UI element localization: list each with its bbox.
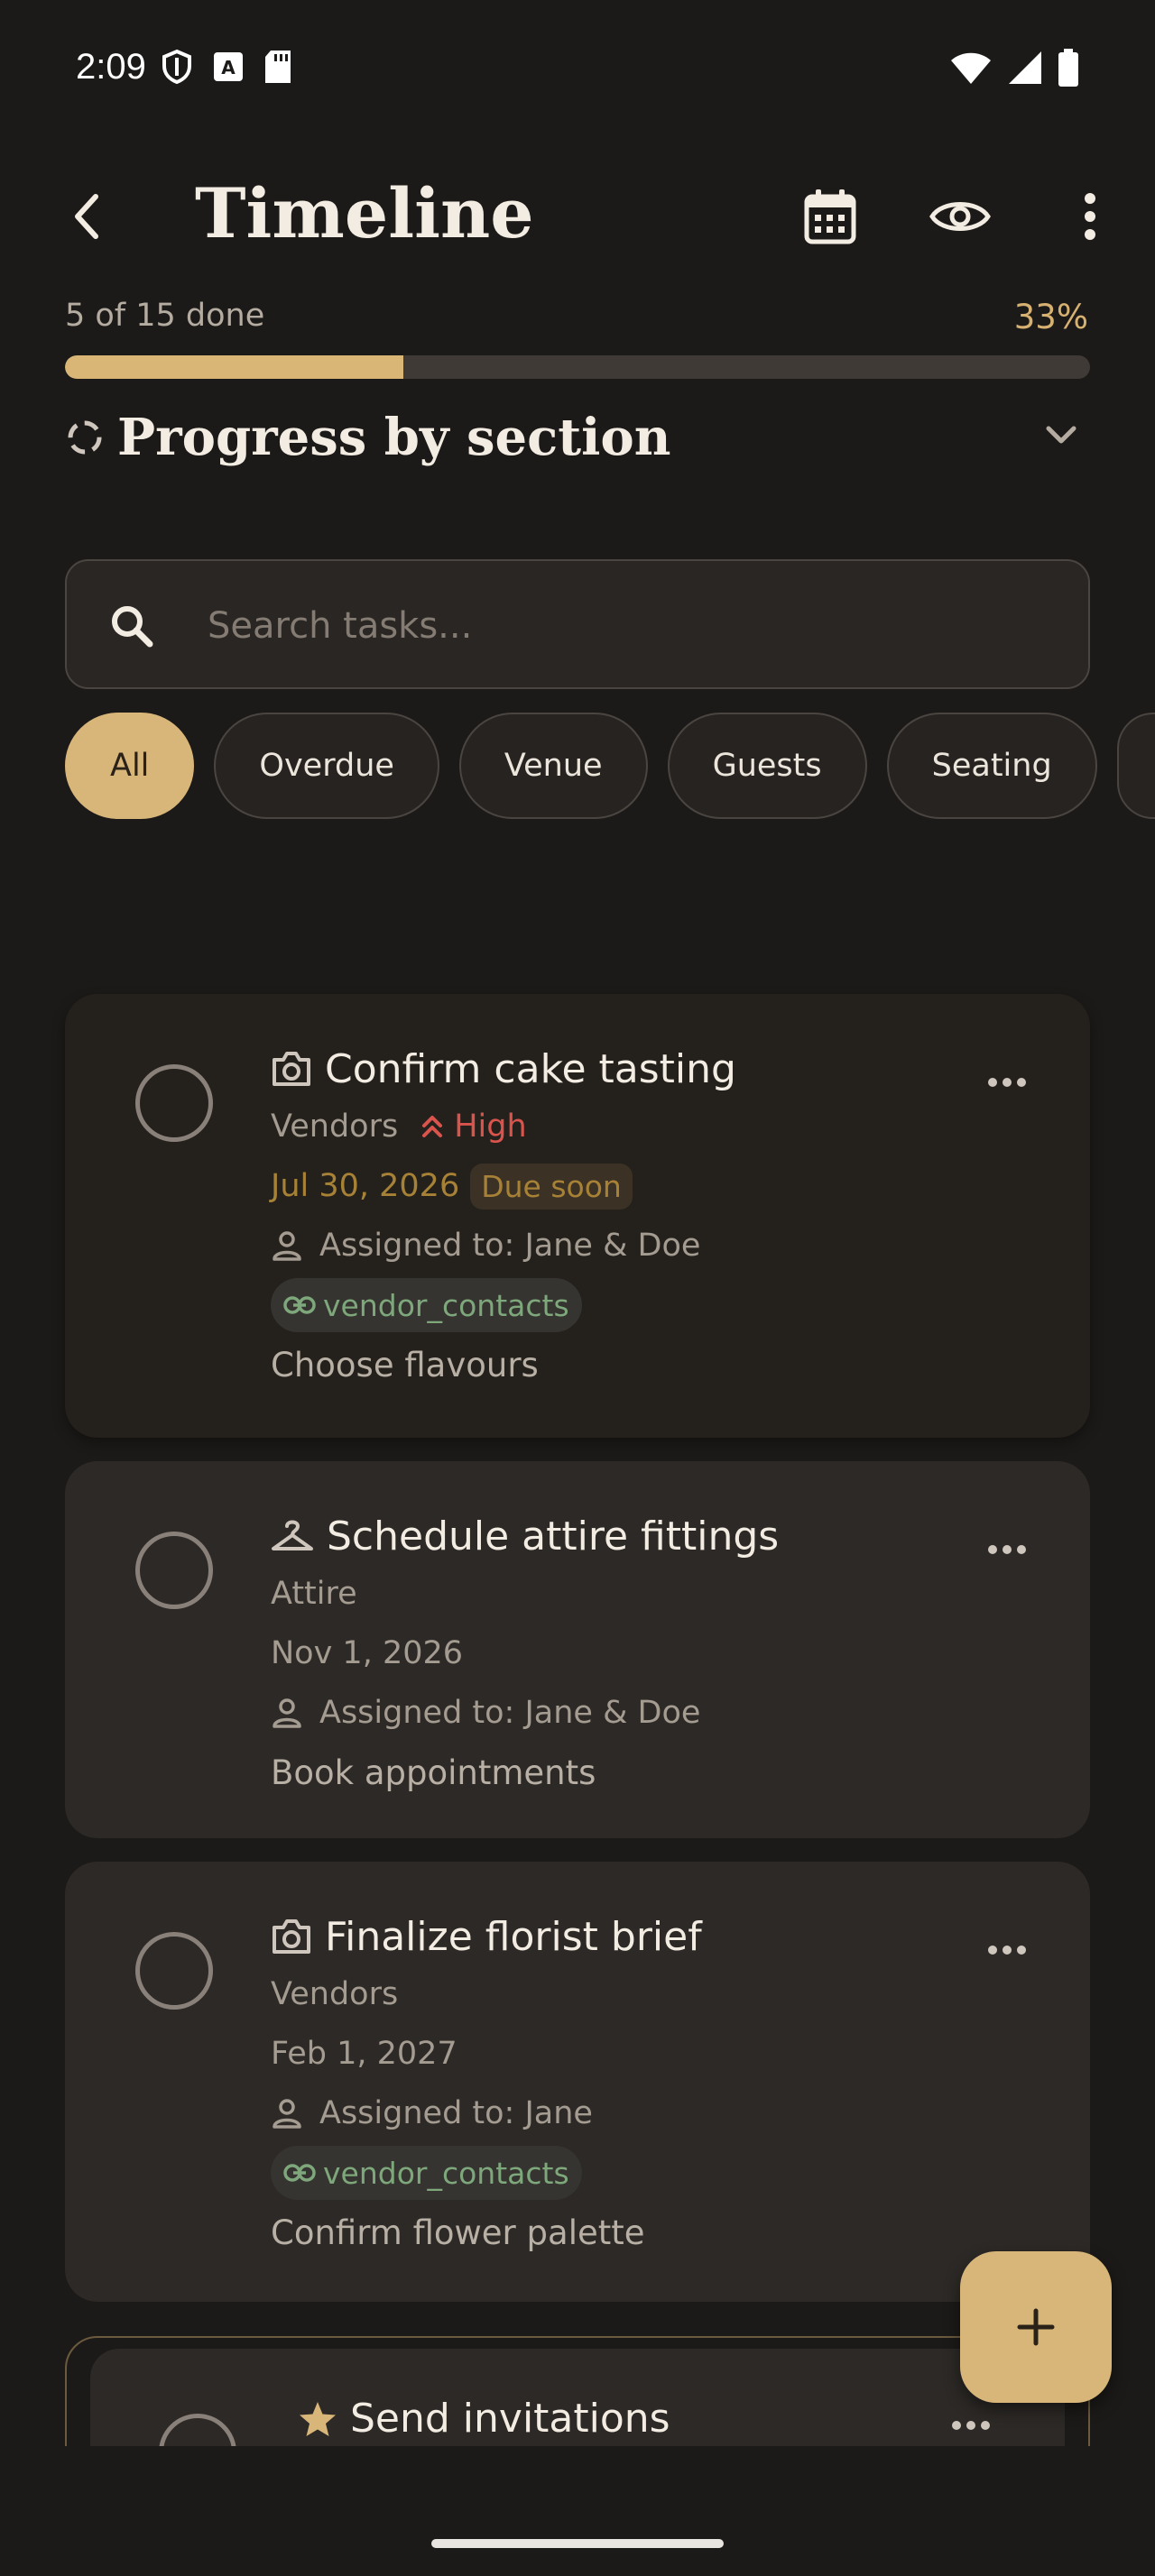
camera-icon — [273, 1052, 310, 1086]
svg-text:A: A — [221, 57, 236, 78]
star-icon — [300, 2401, 336, 2436]
person-icon — [273, 1231, 301, 1261]
task-more-button[interactable] — [980, 1532, 1034, 1568]
signal-icon — [1009, 51, 1041, 84]
plus-icon — [1017, 2308, 1055, 2346]
battery-icon — [1058, 49, 1078, 87]
linked-resource-label: vendor_contacts — [323, 2155, 569, 2191]
sd-card-icon — [265, 51, 291, 83]
task-due-date: Feb 1, 2027 — [271, 2036, 457, 2072]
progress-count: 5 of 15 done — [65, 298, 265, 334]
task-note: Book appointments — [271, 1753, 596, 1792]
task-category: Attire — [271, 1576, 357, 1612]
filter-chip-overdue[interactable]: Overdue — [214, 713, 439, 819]
task-category: Vendors — [271, 1109, 399, 1145]
due-soon-badge: Due soon — [470, 1163, 633, 1210]
page-title: Timeline — [195, 173, 534, 253]
task-assignee: Assigned to: Jane & Doe — [319, 1228, 701, 1264]
task-card[interactable]: Confirm cake tasting Vendors High Jul 30… — [65, 994, 1090, 1438]
task-title: Finalize florist brief — [325, 1913, 702, 1960]
navigation-bar-area — [0, 2446, 1155, 2576]
status-bar: 2:09 A — [0, 0, 1155, 135]
progress-percent: 33% — [1013, 298, 1088, 336]
camera-icon — [273, 1919, 310, 1954]
task-title: Schedule attire fittings — [327, 1513, 780, 1559]
task-more-button[interactable] — [980, 1932, 1034, 1968]
more-horizontal-icon — [988, 1545, 1026, 1554]
task-note: Confirm flower palette — [271, 2213, 645, 2252]
task-category: Vendors — [271, 1976, 399, 2012]
task-title: Confirm cake tasting — [325, 1045, 736, 1092]
add-task-button[interactable] — [960, 2251, 1112, 2403]
back-button[interactable] — [51, 180, 123, 253]
search-input[interactable] — [208, 593, 1020, 658]
home-indicator[interactable] — [431, 2539, 724, 2548]
more-horizontal-icon — [988, 1946, 1026, 1955]
task-checkbox[interactable] — [135, 1932, 213, 2010]
filter-chip-more[interactable] — [1116, 713, 1155, 819]
app-bar: Timeline — [0, 153, 1155, 280]
back-arrow-icon — [75, 194, 98, 239]
progress-bar — [65, 355, 1090, 379]
task-title: Send invitations — [350, 2396, 670, 2442]
filter-chip-all[interactable]: All — [65, 713, 195, 819]
task-card[interactable]: Schedule attire fittings Attire Nov 1, 2… — [65, 1461, 1090, 1838]
linked-resource-label: vendor_contacts — [323, 1287, 569, 1323]
priority-label: High — [454, 1109, 527, 1145]
task-card[interactable]: Finalize florist brief Vendors Feb 1, 20… — [65, 1862, 1090, 2302]
task-note: Choose flavours — [271, 1345, 539, 1385]
more-horizontal-icon — [952, 2421, 990, 2430]
person-icon — [273, 1698, 301, 1728]
section-title: Progress by section — [117, 408, 671, 467]
eye-icon — [929, 202, 991, 231]
task-assignee: Assigned to: Jane & Doe — [319, 1695, 701, 1731]
person-icon — [273, 2099, 301, 2129]
search-bar[interactable] — [65, 559, 1090, 689]
loading-ring-icon — [68, 420, 102, 455]
overflow-menu-button[interactable] — [1050, 177, 1130, 256]
task-assignee: Assigned to: Jane — [319, 2095, 593, 2131]
hanger-icon — [272, 1520, 313, 1550]
priority-badge: High — [420, 1109, 527, 1145]
task-more-button[interactable] — [980, 1064, 1034, 1100]
chevron-down-icon — [1046, 426, 1076, 444]
task-checkbox[interactable] — [135, 1532, 213, 1609]
filter-chips: All Overdue Venue Guests Seating — [65, 713, 1155, 819]
task-more-button[interactable] — [951, 2417, 991, 2434]
link-icon — [283, 2164, 316, 2182]
filter-chip-venue[interactable]: Venue — [458, 713, 648, 819]
progress-by-section-toggle[interactable]: Progress by section — [65, 399, 1090, 476]
more-horizontal-icon — [988, 1078, 1026, 1087]
font-icon: A — [214, 52, 243, 81]
wifi-icon — [951, 52, 991, 84]
calendar-icon — [804, 189, 856, 244]
search-icon — [112, 606, 153, 648]
view-toggle-button[interactable] — [920, 177, 1000, 256]
task-due-date: Jul 30, 2026 — [271, 1168, 460, 1204]
filter-chip-seating[interactable]: Seating — [886, 713, 1097, 819]
shield-icon — [162, 49, 191, 85]
double-chevron-up-icon — [422, 1116, 443, 1137]
link-icon — [283, 1296, 316, 1314]
linked-resource-chip[interactable]: vendor_contacts — [271, 2146, 582, 2200]
more-vertical-icon — [1085, 193, 1095, 240]
progress-bar-fill — [65, 355, 403, 379]
task-due-date: Nov 1, 2026 — [271, 1635, 464, 1671]
status-time: 2:09 — [76, 47, 146, 87]
filter-chip-guests[interactable]: Guests — [667, 713, 867, 819]
linked-resource-chip[interactable]: vendor_contacts — [271, 1278, 582, 1332]
calendar-button[interactable] — [790, 177, 870, 256]
task-checkbox[interactable] — [135, 1064, 213, 1142]
